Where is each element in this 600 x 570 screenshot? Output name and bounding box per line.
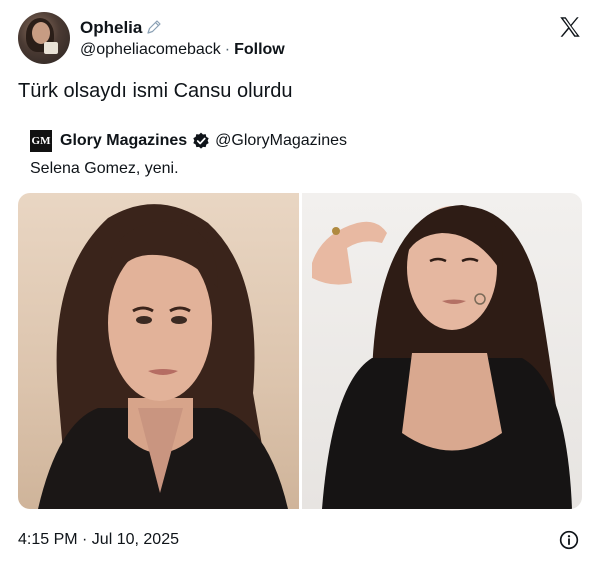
verified-badge-icon: [193, 132, 209, 149]
quoted-author-name[interactable]: Glory Magazines: [60, 132, 187, 150]
avatar[interactable]: [18, 12, 70, 64]
quoted-author-handle[interactable]: @GloryMagazines: [215, 132, 347, 150]
handle-separator: ·: [224, 41, 231, 58]
follow-button[interactable]: Follow: [234, 41, 285, 58]
avatar-face: [32, 22, 50, 44]
pencil-icon: [147, 20, 161, 34]
photo-portrait-left[interactable]: [18, 193, 299, 509]
photo-portrait-right[interactable]: [302, 193, 582, 509]
portrait-left-illustration: [38, 204, 288, 509]
author-handle-line: @opheliacomeback · Follow: [80, 41, 285, 59]
quoted-tweet-text: Selena Gomez, yeni.: [30, 160, 179, 177]
gm-logo: GM: [30, 130, 52, 152]
author-name[interactable]: Ophelia: [80, 18, 142, 38]
quoted-tweet-header[interactable]: GM Glory Magazines @GloryMagazines: [30, 130, 347, 152]
info-icon[interactable]: [559, 530, 579, 550]
author-handle[interactable]: @opheliacomeback: [80, 41, 221, 58]
portrait-right-illustration: [312, 205, 572, 509]
tweet-text: Türk olsaydı ismi Cansu olurdu: [18, 80, 293, 102]
avatar-cup: [44, 42, 58, 54]
tweet-timestamp[interactable]: 4:15 PM · Jul 10, 2025: [18, 531, 179, 549]
x-logo-icon[interactable]: [557, 14, 583, 40]
